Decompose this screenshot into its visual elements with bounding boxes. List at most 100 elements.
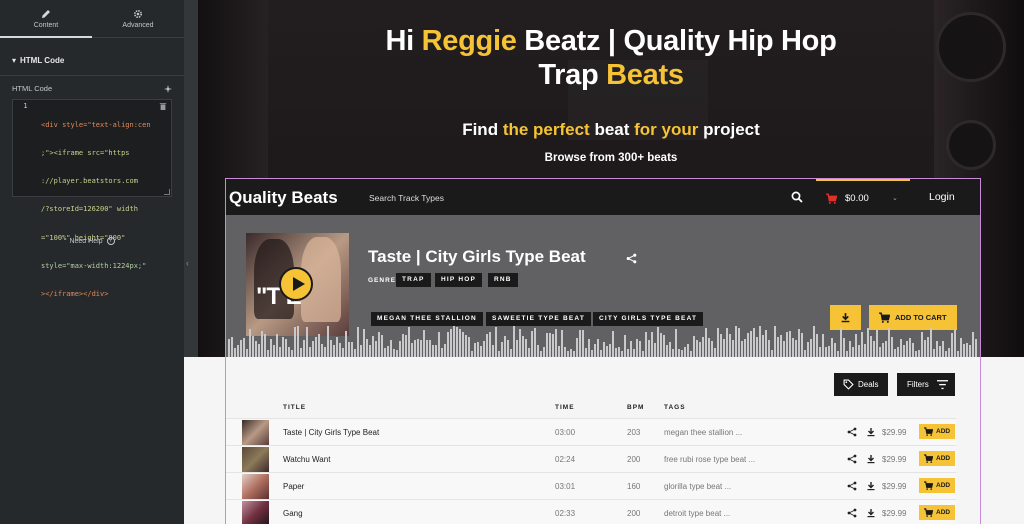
search-track-types-input[interactable]: Search Track Types — [369, 193, 444, 203]
waveform-bar — [948, 348, 950, 357]
waveform-bar — [630, 341, 632, 357]
waveform-bar — [858, 345, 860, 357]
waveform-bar — [690, 351, 692, 357]
waveform-bar — [312, 341, 314, 357]
waveform-bar — [918, 350, 920, 357]
genre-chip[interactable]: TRAP — [396, 273, 431, 287]
genre-label: GENRE — [368, 277, 397, 284]
waveform-bar — [807, 342, 809, 357]
code-line: ;"><iframe src="https — [41, 149, 130, 158]
waveform-bar — [915, 351, 917, 357]
waveform-bar — [966, 343, 968, 357]
waveform-bar — [432, 345, 434, 357]
code-line: /?storeId=126200" width — [41, 205, 138, 214]
waveform-bar — [645, 332, 647, 357]
genre-chip[interactable]: HIP HOP — [435, 273, 483, 287]
waveform-bar — [549, 333, 551, 357]
waveform-bar — [513, 326, 515, 357]
waveform-bar — [867, 328, 869, 357]
subtitle-part: Find — [462, 120, 503, 139]
waveform-bar — [495, 327, 497, 357]
waveform-bar — [861, 332, 863, 357]
waveform-bar — [792, 338, 794, 357]
line-number: 1 — [23, 102, 28, 110]
waveform-bar — [618, 347, 620, 357]
waveform-bar — [750, 331, 752, 357]
waveform-bar — [438, 332, 440, 357]
waveform-bar — [720, 334, 722, 357]
waveform-bar — [879, 347, 881, 357]
waveform-bar — [840, 327, 842, 357]
waveform-bar — [390, 340, 392, 357]
waveform-bar — [666, 345, 668, 357]
resize-handle[interactable] — [164, 189, 170, 195]
waveform-bar — [711, 341, 713, 357]
featured-track-title[interactable]: Taste | City Girls Type Beat — [368, 247, 586, 267]
waveform-bar — [417, 339, 419, 357]
trash-icon[interactable] — [159, 102, 167, 110]
waveform-bar — [615, 348, 617, 357]
waveform-bar — [279, 347, 281, 357]
waveform-bar — [642, 351, 644, 357]
waveform-bar — [723, 339, 725, 357]
waveform-bar — [777, 337, 779, 357]
waveform-bar — [594, 344, 596, 357]
waveform-bar — [255, 341, 257, 357]
need-help-link[interactable]: Need Help ? — [0, 237, 184, 245]
waveform-bar — [309, 347, 311, 357]
waveform-bar — [648, 340, 650, 357]
waveform-bar — [468, 337, 470, 357]
cart-icon — [879, 312, 890, 323]
waveform-bar — [381, 335, 383, 357]
section-title: HTML Code — [20, 56, 65, 65]
genre-chip[interactable]: RNB — [488, 273, 518, 287]
share-icon[interactable] — [626, 253, 637, 264]
waveform-bar — [675, 329, 677, 357]
section-html-code[interactable]: ▾ HTML Code — [0, 46, 184, 76]
waveform-bar — [258, 344, 260, 357]
code-editor[interactable]: 1 <div style="text-align:cen ;"><iframe … — [12, 99, 172, 298]
waveform-bar — [288, 347, 290, 357]
store-brand[interactable]: Quality Beats — [229, 188, 338, 208]
waveform-bar — [771, 350, 773, 357]
waveform-bar — [726, 328, 728, 357]
tab-content[interactable]: Content — [0, 0, 92, 38]
waveform-bar — [738, 328, 740, 357]
title-part: Hi — [385, 25, 422, 57]
title-part-accent: Beats — [606, 59, 684, 91]
waveform-bar — [855, 334, 857, 357]
add-to-cart-label: ADD TO CART — [895, 313, 947, 322]
waveform-bar — [492, 345, 494, 357]
download-icon — [841, 313, 850, 323]
waveform-bar — [663, 335, 665, 357]
waveform-bar — [912, 343, 914, 357]
login-link[interactable]: Login — [929, 191, 955, 203]
code-line: ></iframe></div> — [41, 290, 109, 299]
waveform-bar — [669, 342, 671, 357]
tab-advanced[interactable]: Advanced — [92, 0, 184, 37]
play-button[interactable] — [279, 267, 313, 301]
waveform-bar — [957, 351, 959, 357]
waveform[interactable] — [226, 323, 980, 357]
waveform-bar — [324, 347, 326, 357]
waveform-bar — [624, 335, 626, 357]
code-text[interactable]: <div style="text-align:cen ;"><iframe sr… — [41, 102, 167, 318]
waveform-bar — [570, 349, 572, 357]
waveform-bar — [741, 341, 743, 357]
cart-dropdown[interactable]: $0.00 ⌄ — [816, 179, 910, 215]
waveform-bar — [597, 339, 599, 357]
waveform-bar — [396, 350, 398, 357]
editor-tabs: Content Advanced — [0, 0, 184, 38]
waveform-bar — [561, 330, 563, 357]
ai-sparkle-icon[interactable] — [164, 84, 172, 93]
waveform-bar — [297, 326, 299, 357]
waveform-bar — [252, 336, 254, 357]
waveform-bar — [345, 331, 347, 357]
waveform-bar — [354, 349, 356, 357]
subtitle-part-accent: the perfect — [502, 120, 590, 139]
waveform-bar — [270, 339, 272, 357]
waveform-bar — [465, 335, 467, 357]
waveform-bar — [501, 342, 503, 357]
chevron-left-icon: ‹ — [186, 258, 189, 268]
search-icon[interactable] — [791, 191, 803, 203]
